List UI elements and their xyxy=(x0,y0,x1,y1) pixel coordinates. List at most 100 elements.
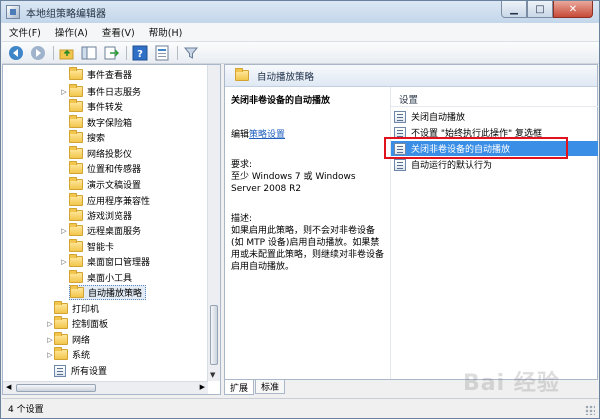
properties-icon[interactable] xyxy=(154,45,170,61)
expand-arrow-icon[interactable]: ▷ xyxy=(46,351,54,359)
folder-icon xyxy=(69,254,83,267)
help-icon[interactable]: ? xyxy=(132,45,148,61)
svg-text:?: ? xyxy=(137,49,143,60)
folder-up-icon[interactable] xyxy=(59,45,75,61)
list-item-label: 关闭自动播放 xyxy=(411,113,466,123)
details-header: 自动播放策略 xyxy=(225,65,597,87)
tree-item-control-panel[interactable]: 控制面板 xyxy=(54,316,108,331)
tree-item-game-explorer[interactable]: 游戏浏览器 xyxy=(69,208,132,223)
folder-icon xyxy=(69,223,83,236)
back-arrow-icon[interactable] xyxy=(8,45,24,61)
tree-item-label: 系统 xyxy=(72,351,91,361)
tree-item-presentation-settings[interactable]: 演示文稿设置 xyxy=(69,177,141,192)
tree-item-network[interactable]: 网络 xyxy=(54,332,90,347)
console-tree-pane: 事件查看器 ▷ 事件日志服务 事件转发 数字保险箱 搜索 网络投影仪 位置和传感… xyxy=(2,64,221,395)
tree-item-smart-card[interactable]: 智能卡 xyxy=(69,239,114,254)
tab-standard[interactable]: 标准 xyxy=(255,380,286,394)
tree-item-label: 搜索 xyxy=(87,134,106,144)
tree-item-label: 智能卡 xyxy=(87,243,115,253)
folder-icon xyxy=(69,270,83,283)
export-list-icon[interactable] xyxy=(103,45,119,61)
tree-item-system[interactable]: 系统 xyxy=(54,347,90,362)
folder-icon xyxy=(69,67,83,80)
tree-item-label: 网络 xyxy=(72,336,91,346)
tree-item-event-log-service[interactable]: 事件日志服务 xyxy=(69,84,141,99)
list-item[interactable]: 关闭自动播放 xyxy=(391,109,598,124)
expand-arrow-icon[interactable]: ▷ xyxy=(60,88,68,96)
edit-policy-line: 编辑策略设置 xyxy=(231,129,386,141)
settings-list: 设置 关闭自动播放 不设置 "始终执行此操作" 复选框 关闭非卷设备的自动播放 … xyxy=(390,87,598,379)
tree-item-event-forwarding[interactable]: 事件转发 xyxy=(69,99,123,114)
tree-item-label: 数字保险箱 xyxy=(87,119,133,129)
tab-extended[interactable]: 扩展 xyxy=(224,380,255,395)
scrollbar-thumb[interactable] xyxy=(210,305,218,365)
tree-item-app-compatibility[interactable]: 应用程序兼容性 xyxy=(69,193,150,208)
edit-prefix: 编辑 xyxy=(231,130,250,140)
column-header-setting[interactable]: 设置 xyxy=(391,91,598,107)
app-icon xyxy=(6,5,20,19)
scrollbar-thumb[interactable] xyxy=(16,384,96,392)
requirements-text: 至少 Windows 7 或 Windows Server 2008 R2 xyxy=(231,172,356,194)
folder-icon xyxy=(54,332,68,345)
tree-item-digital-locker[interactable]: 数字保险箱 xyxy=(69,115,132,130)
expand-arrow-icon[interactable]: ▷ xyxy=(60,258,68,266)
list-item[interactable]: 自动运行的默认行为 xyxy=(391,157,598,172)
show-hide-tree-icon[interactable] xyxy=(81,45,97,61)
title-bar[interactable]: 本地组策略编辑器 ▁ □ ✕ xyxy=(1,1,599,23)
tree-item-printers[interactable]: 打印机 xyxy=(54,301,99,316)
scroll-down-arrow-icon[interactable]: ▼ xyxy=(210,371,215,379)
scroll-left-arrow-icon[interactable]: ◀ xyxy=(6,383,11,391)
minimize-button[interactable]: ▁ xyxy=(501,1,527,18)
toolbar-separator xyxy=(53,45,54,60)
list-item-label: 自动运行的默认行为 xyxy=(411,161,493,171)
menu-view[interactable]: 查看(V) xyxy=(95,25,142,39)
menu-file[interactable]: 文件(F) xyxy=(2,25,48,39)
tree-item-search[interactable]: 搜索 xyxy=(69,130,105,145)
expand-arrow-icon[interactable]: ▷ xyxy=(46,336,54,344)
details-header-title: 自动播放策略 xyxy=(257,71,315,83)
tree-item-autoplay-policies[interactable]: 自动播放策略 xyxy=(69,285,147,300)
tree-item-label: 桌面窗口管理器 xyxy=(87,258,151,268)
folder-icon xyxy=(54,301,68,314)
tree-item-label: 事件查看器 xyxy=(87,71,133,81)
menu-bar: 文件(F) 操作(A) 查看(V) 帮助(H) xyxy=(2,23,599,42)
forward-arrow-icon[interactable] xyxy=(30,45,46,61)
description-text: 如果启用此策略，则不会对非卷设备(如 MTP 设备)启用自动播放。如果禁用或未配… xyxy=(231,226,385,272)
edit-policy-settings-link[interactable]: 策略设置 xyxy=(249,130,285,140)
folder-icon xyxy=(69,99,83,112)
menu-action[interactable]: 操作(A) xyxy=(48,25,95,39)
policy-title: 关闭非卷设备的自动播放 xyxy=(231,96,331,106)
window-controls: ▁ □ ✕ xyxy=(501,1,593,18)
folder-icon xyxy=(69,130,83,143)
maximize-button[interactable]: □ xyxy=(527,1,553,18)
tree-item-event-viewer[interactable]: 事件查看器 xyxy=(69,67,132,82)
toolbar: ? xyxy=(2,42,599,64)
tree-item-desktop-window-manager[interactable]: 桌面窗口管理器 xyxy=(69,254,150,269)
close-button[interactable]: ✕ xyxy=(553,1,593,18)
details-pane: 自动播放策略 关闭非卷设备的自动播放 编辑策略设置 要求: 至少 Windows… xyxy=(224,64,598,380)
policy-setting-icon xyxy=(394,158,406,171)
tree-vertical-scrollbar[interactable]: ▼ xyxy=(207,65,220,381)
scroll-right-arrow-icon[interactable]: ▶ xyxy=(200,383,205,391)
resize-grip-icon[interactable] xyxy=(585,405,595,415)
tree-horizontal-scrollbar[interactable]: ◀ ▶ xyxy=(3,381,208,394)
expand-arrow-icon[interactable]: ▷ xyxy=(60,227,68,235)
expand-arrow-icon[interactable]: ▷ xyxy=(46,320,54,328)
status-bar: 4 个设置 xyxy=(2,398,599,418)
window-title: 本地组策略编辑器 xyxy=(26,8,106,20)
menu-help[interactable]: 帮助(H) xyxy=(142,25,190,39)
tree-item-label: 网络投影仪 xyxy=(87,150,133,160)
filter-icon[interactable] xyxy=(183,45,199,61)
policy-description-panel: 关闭非卷设备的自动播放 编辑策略设置 要求: 至少 Windows 7 或 Wi… xyxy=(231,95,386,273)
tree-item-remote-desktop-services[interactable]: 远程桌面服务 xyxy=(69,223,141,238)
tree-item-label: 自动播放策略 xyxy=(88,289,143,299)
tree-item-desktop-gadgets[interactable]: 桌面小工具 xyxy=(69,270,132,285)
tree-item-label: 控制面板 xyxy=(72,320,109,330)
description-label: 描述: xyxy=(231,214,253,224)
tree-item-all-settings[interactable]: 所有设置 xyxy=(54,363,107,378)
tree-item-location-sensors[interactable]: 位置和传感器 xyxy=(69,161,141,176)
tree-item-network-projector[interactable]: 网络投影仪 xyxy=(69,146,132,161)
folder-icon xyxy=(69,161,83,174)
toolbar-separator xyxy=(126,45,127,60)
tree-item-label: 远程桌面服务 xyxy=(87,227,142,237)
